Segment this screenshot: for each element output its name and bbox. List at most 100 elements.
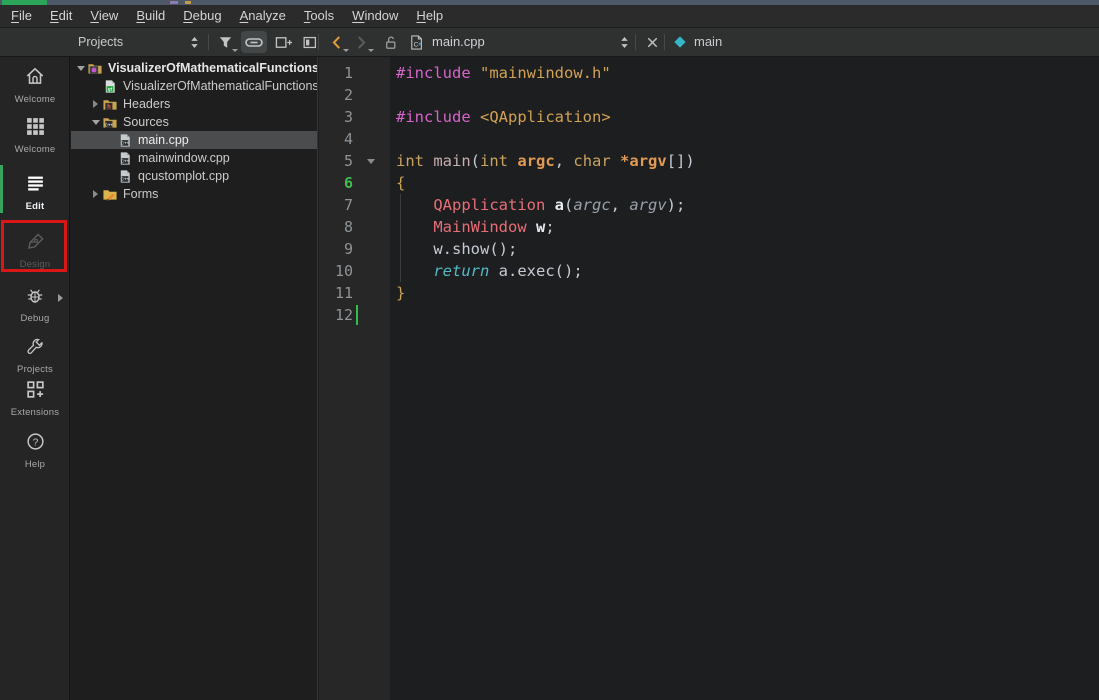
- code-line[interactable]: QApplication a(argc, argv);: [390, 194, 1099, 216]
- menu-item-build[interactable]: Build: [127, 5, 174, 27]
- code-token: int: [396, 152, 424, 170]
- bug-icon: [25, 286, 45, 311]
- mode-design[interactable]: Design: [0, 231, 70, 270]
- dropdown-caret-icon: [368, 49, 374, 52]
- code-token: w.show();: [433, 240, 518, 258]
- code-line[interactable]: {: [390, 172, 1099, 194]
- tree-row-mainwindow-cpp[interactable]: C++ mainwindow.cpp: [71, 149, 317, 167]
- dropdown-caret-icon: [232, 49, 238, 52]
- tree-row-visualizerofmathematicalfunctions-p[interactable]: qt VisualizerOfMathematicalFunctions.p: [71, 77, 317, 95]
- back-icon[interactable]: [324, 31, 349, 53]
- close-icon[interactable]: [640, 31, 664, 53]
- code-line[interactable]: #include <QApplication>: [390, 106, 1099, 128]
- fold-marker-icon[interactable]: [367, 159, 375, 164]
- qt-creator-window: File Edit View Build Debug Analyze Tools Window…: [0, 0, 1099, 700]
- svg-text:h: h: [107, 102, 111, 110]
- open-file-name[interactable]: main.cpp: [432, 28, 485, 56]
- file-updown-icon[interactable]: [616, 31, 632, 53]
- code-token: #include: [396, 108, 471, 126]
- mode-help[interactable]: ? Help: [0, 431, 70, 470]
- navigation-pane-selector[interactable]: Projects: [78, 28, 123, 56]
- menu-item-tools[interactable]: Tools: [295, 5, 343, 27]
- folder-cpp-icon: C++: [102, 115, 118, 130]
- collapse-arrow-icon[interactable]: [89, 119, 102, 125]
- help-icon: ?: [25, 431, 46, 457]
- line-number: 10: [334, 262, 353, 280]
- expand-arrow-icon[interactable]: [89, 100, 102, 108]
- mode-extensions[interactable]: Extensions: [0, 379, 70, 418]
- tree-row-qcustomplot-cpp[interactable]: C++ qcustomplot.cpp: [71, 167, 317, 185]
- submenu-arrow-icon[interactable]: [58, 294, 63, 302]
- collapse-arrow-icon[interactable]: [74, 65, 87, 71]
- code-token: "mainwindow.h": [480, 64, 611, 82]
- code-editor[interactable]: #include "mainwindow.h" #include <QApplic…: [390, 57, 1099, 700]
- svg-text:C++: C++: [121, 158, 130, 163]
- line-number: 11: [334, 284, 353, 302]
- code-line[interactable]: MainWindow w;: [390, 216, 1099, 238]
- tree-row-headers[interactable]: h Headers: [71, 95, 317, 113]
- mode-label: Extensions: [10, 407, 60, 418]
- mode-label: Welcome: [14, 144, 56, 155]
- mode-welcome[interactable]: Welcome: [0, 65, 70, 105]
- navigation-pane-toolbar: Projects: [70, 28, 318, 56]
- mode-debug[interactable]: Debug: [0, 286, 70, 324]
- code-token: []): [666, 152, 695, 170]
- code-line[interactable]: w.show();: [390, 238, 1099, 260]
- menu-item-window[interactable]: Window: [343, 5, 407, 27]
- expand-arrow-icon[interactable]: [89, 190, 102, 198]
- code-line[interactable]: }: [390, 282, 1099, 304]
- menu-item-help[interactable]: Help: [407, 5, 452, 27]
- mode-label: Design: [19, 259, 51, 270]
- link-icon[interactable]: [241, 31, 267, 53]
- gutter-row: 5: [319, 150, 390, 172]
- code-line[interactable]: [390, 304, 1099, 326]
- code-line[interactable]: #include "mainwindow.h": [390, 62, 1099, 84]
- menu-item-view[interactable]: View: [81, 5, 127, 27]
- gutter-row: 2: [319, 84, 390, 106]
- line-number: 4: [343, 130, 353, 148]
- code-token: main: [433, 152, 471, 170]
- mode-projects[interactable]: Projects: [0, 337, 70, 375]
- mode-welcome-2[interactable]: Welcome: [0, 116, 70, 155]
- menu-item-file[interactable]: File: [2, 5, 41, 27]
- line-number: 2: [343, 86, 353, 104]
- svg-text:C++: C++: [121, 176, 130, 181]
- menu-item-edit[interactable]: Edit: [41, 5, 81, 27]
- tree-row-visualizerofmathematicalfunctions[interactable]: VisualizerOfMathematicalFunctions: [71, 59, 317, 77]
- filter-icon[interactable]: [213, 31, 238, 53]
- menu-item-debug[interactable]: Debug: [174, 5, 230, 27]
- code-line[interactable]: return a.exec();: [390, 260, 1099, 282]
- selector-updown-icon[interactable]: [186, 31, 202, 53]
- tree-row-main-cpp[interactable]: C++ main.cpp: [71, 131, 317, 149]
- code-line[interactable]: [390, 128, 1099, 150]
- mode-edit[interactable]: Edit: [0, 173, 70, 212]
- toolbar-divider: [208, 34, 209, 50]
- split-add-icon[interactable]: [271, 31, 295, 53]
- menu-bar: File Edit View Build Debug Analyze Tools Window…: [0, 5, 1099, 28]
- tree-row-forms[interactable]: Forms: [71, 185, 317, 203]
- code-token: <QApplication>: [480, 108, 611, 126]
- code-token: argc: [573, 196, 611, 214]
- text-caret: [356, 305, 358, 325]
- code-line[interactable]: int main(int argc, char *argv[]): [390, 150, 1099, 172]
- main-area: Welcome Welcome Edit Design Debug Projects Ext…: [0, 57, 1099, 700]
- file-cpp-icon: C++: [117, 133, 133, 148]
- gutter-row: 1: [319, 62, 390, 84]
- line-number: 7: [343, 196, 353, 214]
- menu-item-analyze[interactable]: Analyze: [231, 5, 295, 27]
- project-icon: [87, 61, 103, 76]
- titlebar-fragment: [185, 1, 191, 4]
- wrench-icon: [25, 337, 45, 362]
- forward-icon[interactable]: [349, 31, 374, 53]
- code-line[interactable]: [390, 84, 1099, 106]
- tree-row-label: Forms: [123, 187, 159, 201]
- tree-row-sources[interactable]: C++ Sources: [71, 113, 317, 131]
- current-symbol-name[interactable]: main: [694, 28, 722, 56]
- gutter-row: 9: [319, 238, 390, 260]
